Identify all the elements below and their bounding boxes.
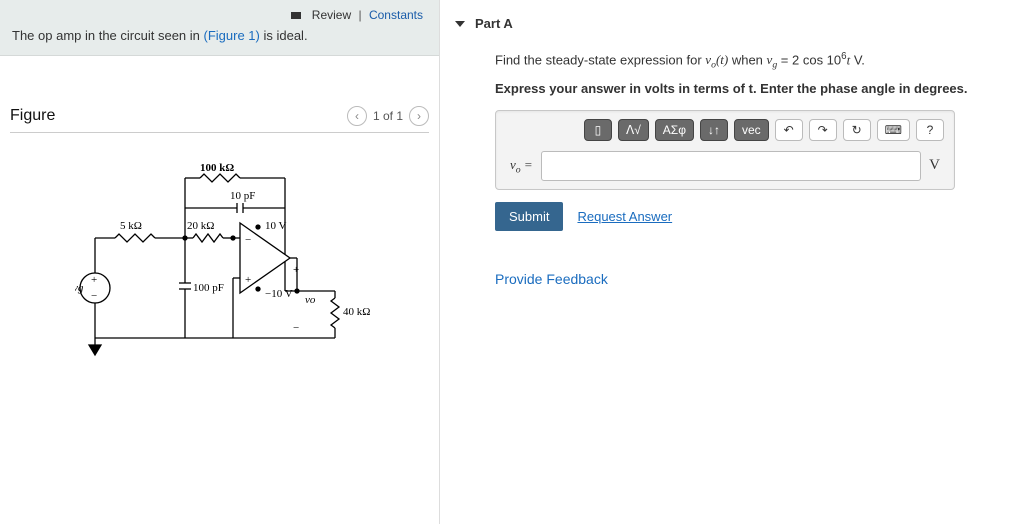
problem-statement: The op amp in the circuit seen in (Figur… [12,28,427,43]
tool-keyboard[interactable]: ⌨ [877,119,910,141]
problem-suffix: is ideal. [260,28,308,43]
answer-eq-label: vo = [506,157,533,176]
constants-link[interactable]: Constants [369,8,423,22]
label-vo: vo [305,294,316,306]
svg-text:+: + [293,264,299,276]
problem-prefix: The op amp in the circuit seen in [12,28,204,43]
label-c100p: 100 pF [193,282,224,294]
figure-next-button[interactable]: › [409,106,429,126]
figure-prev-button[interactable]: ‹ [347,106,367,126]
label-r40k: 40 kΩ [343,306,370,318]
label-vminus: −10 V [265,288,293,300]
svg-text:−: − [245,234,251,246]
figure-ref-link[interactable]: (Figure 1) [204,28,260,43]
label-c10p: 10 pF [230,190,255,202]
tool-arrows[interactable]: ↓↑ [700,119,728,141]
figure-pager: ‹ 1 of 1 › [347,106,429,126]
figure-heading: Figure [10,107,55,125]
caret-down-icon [455,21,465,27]
question-text: Find the steady-state expression for vo(… [495,51,1005,71]
answer-input[interactable] [541,151,921,181]
part-title: Part A [475,16,513,31]
svg-text:−: − [293,322,299,334]
review-link[interactable]: Review [312,8,351,22]
problem-header: Review | Constants The op amp in the cir… [0,0,439,56]
label-vg: vg [75,282,84,294]
label-r5k: 5 kΩ [120,220,142,232]
circuit-diagram: 100 kΩ 10 pF 5 kΩ [10,163,429,376]
answer-box: ▯ ᐱ√ ΑΣφ ↓↑ vec ↶ ↷ ↻ ⌨ ? vo = V [495,110,955,190]
tool-greek[interactable]: ΑΣφ [655,119,694,141]
part-a-header[interactable]: Part A [455,10,1009,37]
hint-text: Express your answer in volts in terms of… [495,81,1005,96]
review-links: Review | Constants [12,8,427,22]
answer-toolbar: ▯ ᐱ√ ΑΣφ ↓↑ vec ↶ ↷ ↻ ⌨ ? [506,119,944,141]
tool-undo[interactable]: ↶ [775,119,803,141]
tool-reset[interactable]: ↻ [843,119,871,141]
tool-sqrt[interactable]: ᐱ√ [618,119,649,141]
label-vplus: 10 V [265,220,287,232]
answer-unit: V [929,157,944,174]
label-r100k: 100 kΩ [200,163,234,174]
provide-feedback-link[interactable]: Provide Feedback [495,271,1005,287]
request-answer-link[interactable]: Request Answer [577,209,672,224]
figure-pager-text: 1 of 1 [373,109,403,123]
svg-text:−: − [91,290,97,302]
svg-text:+: + [245,274,251,286]
submit-button[interactable]: Submit [495,202,563,231]
tool-vec[interactable]: vec [734,119,769,141]
label-r20k: 20 kΩ [187,220,214,232]
svg-text:+: + [91,274,97,286]
tool-template[interactable]: ▯ [584,119,612,141]
review-icon [291,12,301,19]
tool-help[interactable]: ? [916,119,944,141]
tool-redo[interactable]: ↷ [809,119,837,141]
separator: | [359,8,362,22]
